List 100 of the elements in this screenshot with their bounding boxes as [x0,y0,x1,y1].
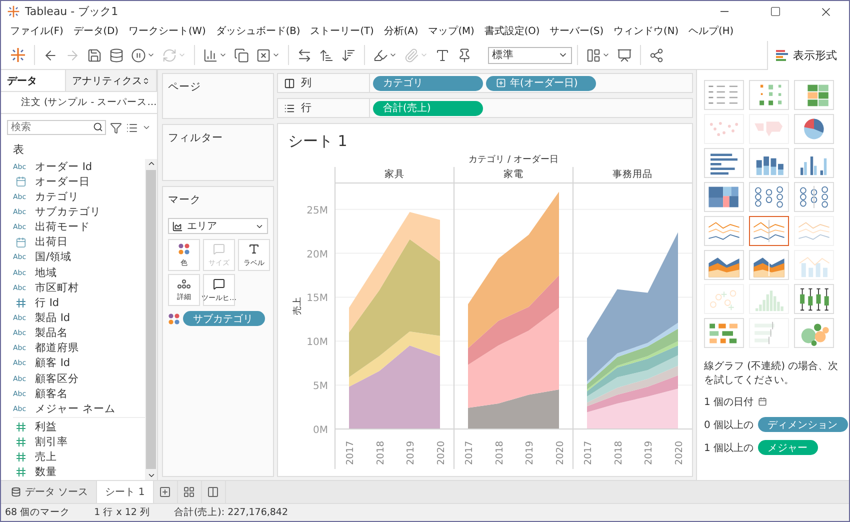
field-type-pill: ディメンション [758,417,848,432]
sort-ascending-icon [319,48,334,62]
panel-header: 家具 [384,169,404,180]
filter-icon[interactable] [110,122,122,134]
axis-tick-label: 25M [306,205,328,216]
refresh-icon [162,48,177,62]
axis-tick-label: 10M [306,337,328,348]
rows-icon [284,102,295,114]
text-icon [435,48,450,62]
filters-card: フィルター [162,124,274,181]
panel-icon [586,48,601,62]
axis-tick-label: 2017 [583,440,594,465]
data-source-name[interactable]: 注文 (サンプル - スーパース… [21,96,157,109]
pane-tab[interactable]: アナリティクス [66,70,157,91]
cross-box-icon [256,48,271,62]
axis-tick-label: 2018 [375,440,386,465]
logo-icon [10,47,26,63]
share-icon [649,48,664,62]
status-text: 1 行 x 12 列 [94,506,150,519]
menu-item[interactable]: ファイル(F) [5,24,68,39]
maximize-icon [770,6,780,17]
area-chart-icon [172,220,183,232]
chart-types-icon [776,50,788,60]
color-dots-icon [178,242,190,254]
axis-tick-label: 2019 [406,440,417,465]
show-me-tab[interactable]: 表示形式 [767,40,849,70]
search-field[interactable]: 検索 [7,120,106,135]
field-item[interactable]: 数量 [13,464,145,480]
menu-item[interactable]: 書式設定(O) [479,24,545,39]
menu-item[interactable]: ウィンドウ(N) [608,24,684,39]
sheet-tab[interactable]: シート 1 [97,481,154,503]
panel-header: 事務用品 [612,169,652,180]
field-item[interactable]: 利益 [13,419,145,435]
field-item[interactable]: 売上 [13,450,145,465]
columns-icon [284,78,295,88]
bar-chart-icon [203,48,218,62]
field-item[interactable]: オーダー日 [13,174,145,190]
scroll-up-icon[interactable] [146,159,156,168]
menu-item[interactable]: ワークシート(W) [123,24,211,39]
axis-tick-label: 2018 [494,440,506,465]
requirement-text: 1 個の日付 [704,396,754,408]
scrollbar[interactable] [145,159,157,480]
caret-icon[interactable] [142,123,151,132]
pin-icon [457,48,472,62]
field-item[interactable]: 行 Id [13,295,145,310]
axis-title: 売上 [293,297,303,315]
axis-tick-label: 2019 [524,440,536,465]
paperclip-icon [404,48,419,62]
field-type-pill: メジャー [758,440,818,455]
swap-icon [297,48,312,62]
card-title: マーク [168,193,202,207]
axis-tick-label: 2020 [555,440,566,465]
text-icon [248,242,260,254]
menu-item[interactable]: 分析(A) [378,24,424,39]
shelf-label: 行 [301,101,312,115]
axis-title: カテゴリ / オーダー日 [468,155,558,165]
axis-tick-label: 0M [313,425,328,436]
menu-item[interactable]: データ(D) [68,24,124,39]
pause-icon [131,48,146,62]
pages-card: ページ [162,73,274,119]
logo-icon [7,5,20,18]
mark-type-dropdown[interactable]: エリア [168,218,268,234]
field-item[interactable]: 割引率 [13,434,145,450]
requirement-text: 0 個以上の [704,418,754,432]
menu-item[interactable]: ダッシュボード(B) [210,24,306,39]
chart-type-thumbnail[interactable] [749,216,789,246]
field-item[interactable]: 出荷日 [13,234,145,250]
axis-tick-label: 5M [313,381,328,392]
window-title: Tableau - ブック1 [25,4,120,19]
axis-tick-label: 2017 [464,440,475,465]
detail-dots-icon [177,278,191,288]
color-dots-icon [168,312,180,324]
axis-tick-label: 2018 [613,440,624,465]
calendar-icon [758,397,767,406]
status-text: 合計(売上): 227,176,842 [174,506,288,519]
new-sheet-icon [159,486,172,498]
sheet-title: シート 1 [287,132,348,151]
scroll-down-icon[interactable] [146,471,156,480]
search-icon [93,122,103,132]
copy-icon [234,48,249,62]
speech-bubble-icon [213,278,225,290]
new-story-icon [207,486,220,498]
database-icon [109,48,124,62]
axis-tick-label: 2020 [674,440,685,465]
status-text: 68 個のマーク [5,506,70,519]
fit-dropdown[interactable]: 標準 [488,46,572,64]
presentation-icon [617,48,632,62]
menu-item[interactable]: サーバー(S) [544,24,609,39]
axis-tick-label: 2017 [345,440,356,465]
axis-tick-label: 20M [306,249,328,260]
menu-item[interactable]: マップ(M) [423,24,480,39]
menu-item[interactable]: ヘルプ(H) [684,24,739,39]
hint-text: 線グラフ (不連続) の場合、次を試してください。 [704,360,840,388]
table-label: 表 [12,142,25,158]
menu-item[interactable]: ストーリー(T) [305,24,379,39]
panel-header: 家電 [504,169,524,180]
size-icon [213,242,225,254]
save-icon [87,48,102,62]
sort-descending-icon [341,48,356,62]
requirement-text: 1 個以上の [704,442,754,454]
